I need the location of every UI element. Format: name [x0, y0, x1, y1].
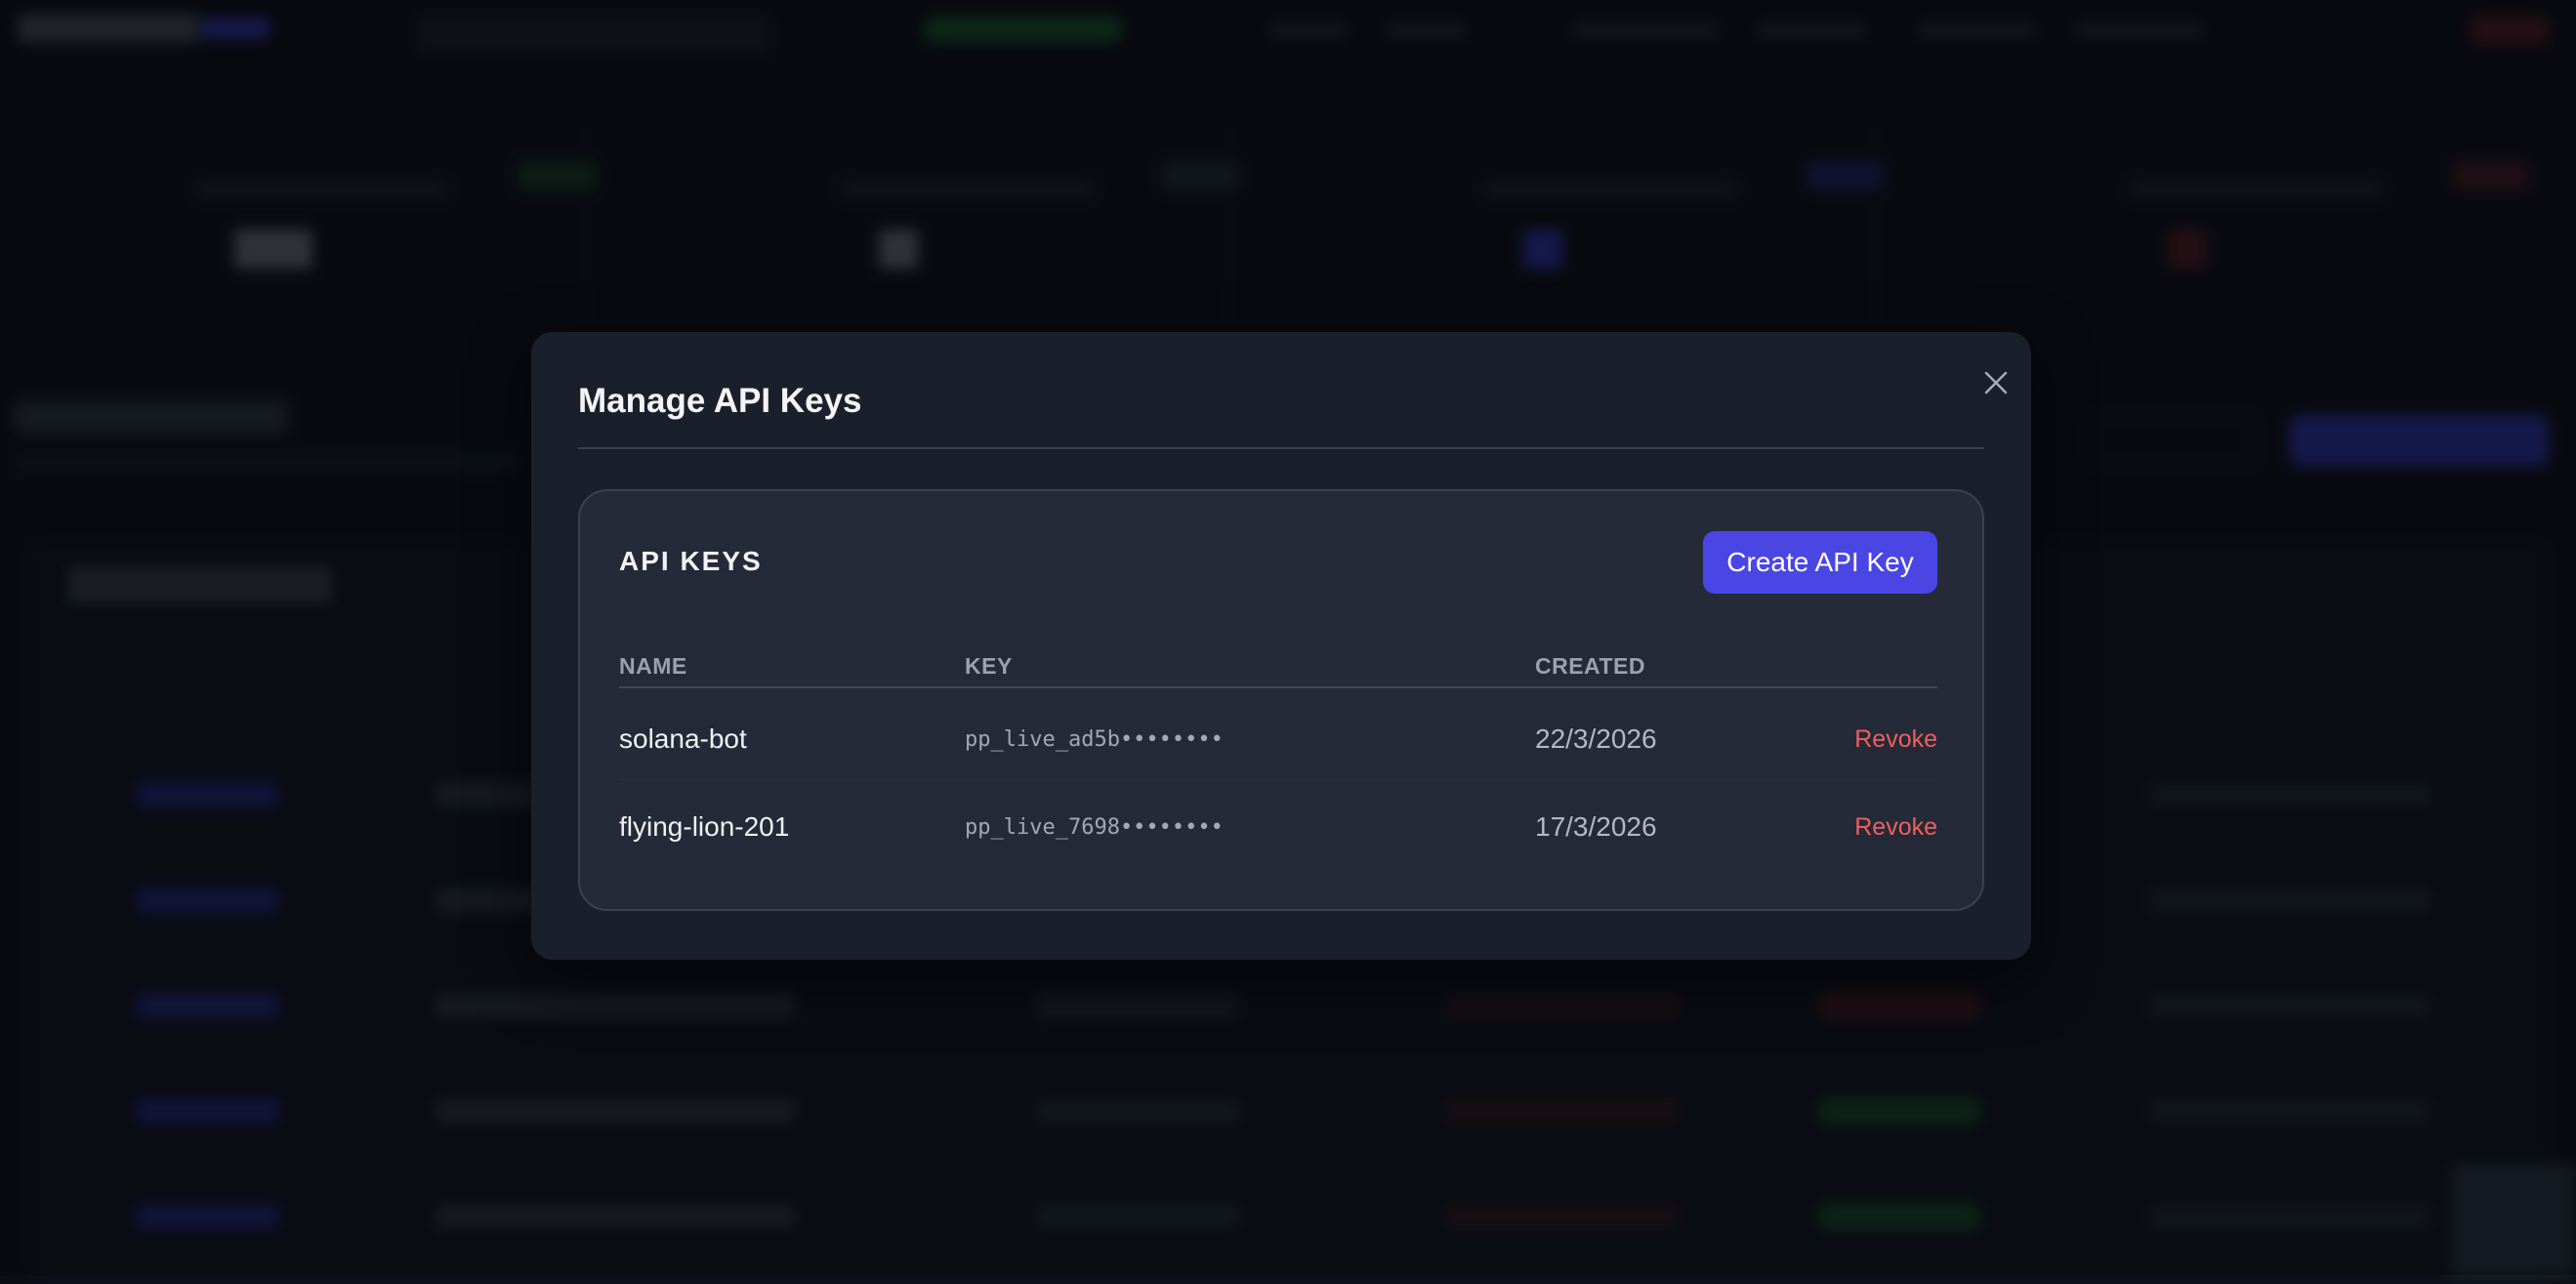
api-key-name: solana-bot	[619, 724, 747, 755]
api-key-value: pp_live_ad5b••••••••	[965, 727, 1224, 752]
api-key-created-date: 22/3/2026	[1535, 724, 1657, 755]
create-api-key-button[interactable]: Create API Key	[1703, 531, 1937, 594]
api-keys-heading: API KEYS	[619, 546, 763, 577]
modal-title: Manage API Keys	[578, 383, 861, 421]
api-keys-card: API KEYS Create API Key NAME KEY CREATED…	[578, 489, 1984, 911]
column-header-created: CREATED	[1535, 653, 1645, 680]
api-key-row: solana-bot pp_live_ad5b•••••••• 22/3/202…	[619, 692, 1937, 780]
api-key-row: flying-lion-201 pp_live_7698•••••••• 17/…	[619, 780, 1937, 868]
close-button[interactable]	[1976, 363, 2015, 402]
modal-divider	[578, 447, 1984, 449]
column-header-key: KEY	[965, 653, 1013, 680]
revoke-button[interactable]: Revoke	[1854, 813, 1937, 842]
manage-api-keys-modal: Manage API Keys API KEYS Create API Key …	[531, 332, 2031, 960]
api-keys-table-header: NAME KEY CREATED	[619, 649, 1937, 688]
api-key-created-date: 17/3/2026	[1535, 811, 1657, 843]
column-header-name: NAME	[619, 653, 687, 680]
api-key-value: pp_live_7698••••••••	[965, 815, 1224, 840]
close-icon	[1983, 370, 2009, 395]
revoke-button[interactable]: Revoke	[1854, 725, 1937, 754]
api-key-name: flying-lion-201	[619, 811, 789, 843]
